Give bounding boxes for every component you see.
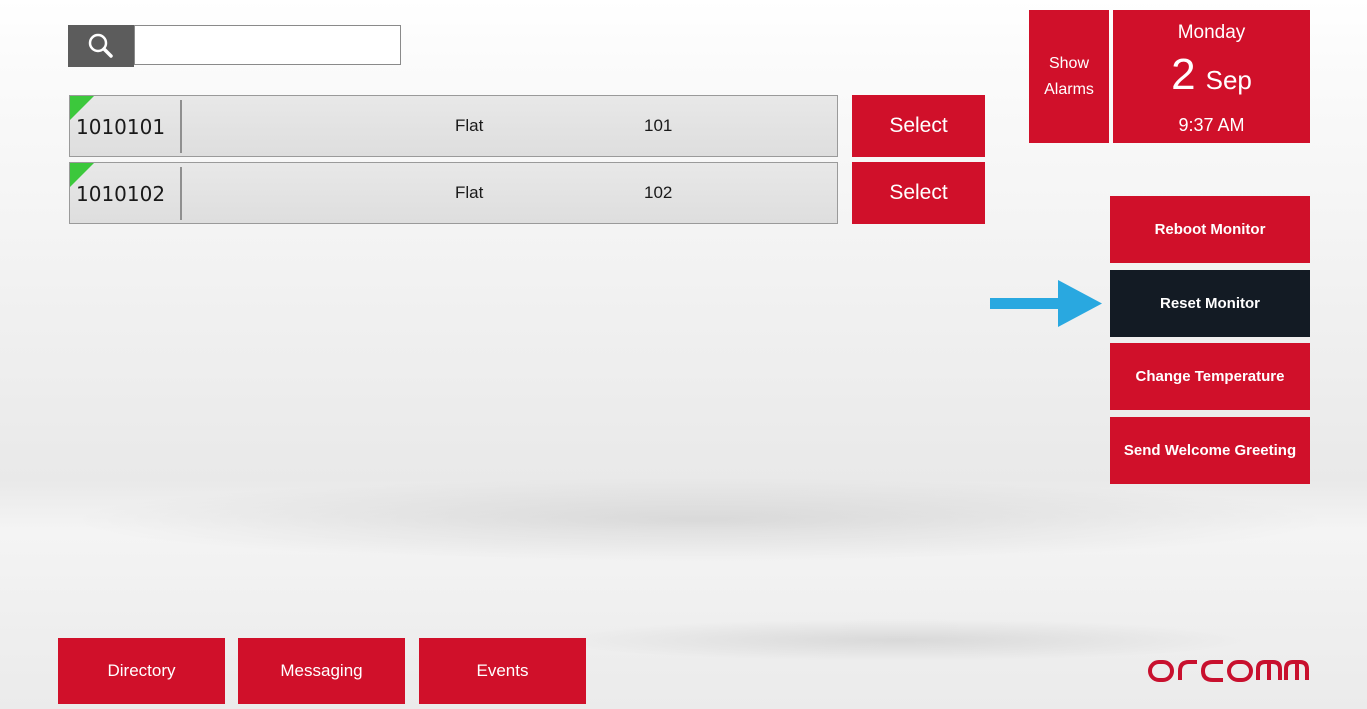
show-alarms-label-line1: Show (1048, 54, 1090, 72)
unit-number: 102 (644, 183, 673, 202)
reboot-monitor-button[interactable]: Reboot Monitor (1110, 196, 1310, 263)
list-item[interactable]: 1010101 Flat 101 (69, 95, 838, 157)
unit-number: 101 (644, 116, 673, 135)
show-alarms-button[interactable]: Show Alarms (1029, 10, 1109, 143)
unit-id: 1010102 (76, 182, 166, 206)
date-tile: Monday 2 Sep 9:37 AM (1113, 10, 1310, 143)
search-button[interactable] (68, 25, 134, 67)
show-alarms-label-line2: Alarms (1044, 80, 1094, 98)
nav-directory-button[interactable]: Directory (58, 638, 225, 704)
reset-monitor-button[interactable]: Reset Monitor (1110, 270, 1310, 337)
unit-id: 1010101 (76, 115, 166, 139)
change-temperature-button[interactable]: Change Temperature (1110, 343, 1310, 410)
select-button[interactable]: Select (852, 95, 985, 157)
arrow-right-icon (990, 280, 1102, 327)
date-number: 2 (1171, 50, 1196, 99)
nav-messaging-button[interactable]: Messaging (238, 638, 405, 704)
divider (180, 100, 182, 153)
date-display: 2 Sep (1113, 52, 1310, 103)
nav-events-button[interactable]: Events (419, 638, 586, 704)
list-item[interactable]: 1010102 Flat 102 (69, 162, 838, 224)
time-label: 9:37 AM (1178, 115, 1245, 135)
orcomm-logo (1148, 660, 1309, 682)
search-input[interactable] (134, 25, 401, 65)
unit-type: Flat (455, 116, 484, 135)
date-month: Sep (1205, 65, 1252, 95)
send-welcome-greeting-button[interactable]: Send Welcome Greeting (1110, 417, 1310, 484)
day-label: Monday (1177, 22, 1246, 43)
divider (180, 167, 182, 220)
select-button[interactable]: Select (852, 162, 985, 224)
unit-type: Flat (455, 183, 484, 202)
search-icon (88, 33, 113, 58)
